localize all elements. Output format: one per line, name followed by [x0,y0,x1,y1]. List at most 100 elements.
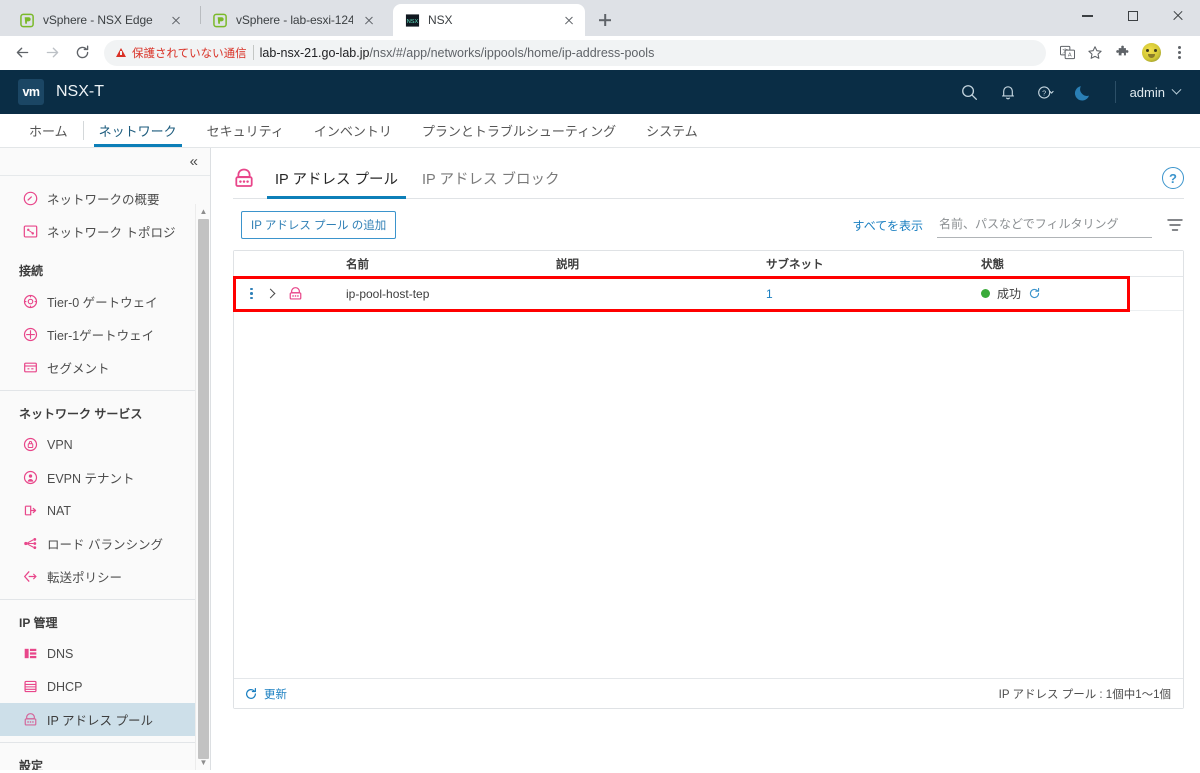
browser-tab-title: NSX [428,13,453,27]
sidebar-item-ip-address-pools[interactable]: IP アドレス プール [0,703,210,736]
sidebar-item-forwarding-policy[interactable]: 転送ポリシー [0,560,210,593]
help-icon[interactable]: ? [1029,75,1063,109]
subnet-count-link[interactable]: 1 [766,287,773,301]
sidebar-item-load-balancing[interactable]: ロード バランシング [0,527,210,560]
close-icon[interactable] [361,12,377,28]
translate-icon[interactable]: 文A [1054,40,1080,66]
address-bar[interactable]: 保護されていない通信 lab-nsx-21.go-lab.jp/nsx/#/ap… [104,39,1046,66]
sidebar-item-label: ネットワーク トポロジ [47,226,176,240]
browser-tab-title: vSphere - NSX Edge [43,13,153,27]
scroll-down-arrow-icon[interactable]: ▼ [196,755,210,770]
column-header-subnet[interactable]: サブネット [756,256,971,272]
dark-mode-moon-icon[interactable] [1067,75,1101,109]
nav-item-networking[interactable]: ネットワーク [84,114,192,147]
add-ip-address-pool-button[interactable]: IP アドレス プール の追加 [241,211,397,239]
sidebar-item-evpn-tenant[interactable]: EVPN テナント [0,461,210,494]
sidebar-item-network-overview[interactable]: ネットワークの概要 [0,182,210,215]
chrome-menu-icon[interactable] [1166,40,1192,66]
filter-input-wrapper[interactable] [937,213,1152,238]
sidebar-item-label: ロード バランシング [47,538,163,552]
expand-row-chevron-icon[interactable] [265,288,275,299]
sidebar-collapse-button[interactable]: « [0,148,210,176]
nav-item-security[interactable]: セキュリティ [192,114,299,147]
sidebar-item-vpn[interactable]: VPN [0,428,210,461]
content-tabs: IP アドレス プール IP アドレス ブロック ? [233,164,1184,199]
browser-tab-2[interactable]: vSphere - lab-esxi-124.go-lab.jp [201,4,393,36]
close-icon[interactable] [168,12,184,28]
sidebar-item-nat[interactable]: NAT [0,494,210,527]
nav-item-system[interactable]: システム [631,114,713,147]
sidebar-scrollbar[interactable]: ▲ ▼ [195,204,210,770]
sidebar-group-settings: 設定 [19,759,44,770]
search-icon[interactable] [953,75,987,109]
ip-address-pool-icon [22,712,38,728]
browser-toolbar: 保護されていない通信 lab-nsx-21.go-lab.jp/nsx/#/ap… [0,36,1200,70]
tab-ip-address-pools[interactable]: IP アドレス プール [263,164,410,199]
security-status-label: 保護されていない通信 [132,47,247,60]
new-tab-button[interactable] [591,6,619,34]
nat-icon [22,503,38,519]
url-path: /nsx/#/app/networks/ippools/home/ip-addr… [369,45,655,60]
content-toolbar: IP アドレス プール の追加 すべてを表示 [233,199,1184,250]
load-balancing-icon [22,536,38,552]
browser-tab-1[interactable]: vSphere - NSX Edge [8,4,200,36]
show-all-link[interactable]: すべてを表示 [853,217,923,234]
column-header-status[interactable]: 状態 [971,256,1183,272]
dhcp-icon [22,679,38,695]
maximize-button[interactable] [1110,0,1155,32]
nsx-header-bar: vm NSX-T ? admin [0,70,1200,114]
sidebar-group-ip-management: IP 管理 [19,616,58,630]
row-menu-icon[interactable] [250,287,253,300]
help-icon[interactable]: ? [1162,167,1184,189]
filter-input[interactable] [939,216,1150,231]
chevron-down-icon [1171,84,1182,95]
browser-tab-3[interactable]: NSX NSX [393,4,585,36]
cell-status: 成功 [971,285,1183,302]
minimize-button[interactable] [1065,0,1110,32]
nav-item-inventory[interactable]: インベントリ [299,114,407,147]
column-header-description[interactable]: 説明 [546,256,756,272]
sidebar-item-dhcp[interactable]: DHCP [0,670,210,703]
cell-name[interactable]: ip-pool-host-tep [336,287,546,301]
url-text: lab-nsx-21.go-lab.jp/nsx/#/app/networks/… [260,46,655,60]
refresh-button[interactable]: 更新 [244,686,287,702]
header-actions: ? admin [953,75,1186,109]
sidebar-item-tier0-gateway[interactable]: Tier-0 ゲートウェイ [0,285,210,318]
sidebar-scroll-area: ネットワークの概要 ネットワーク トポロジ 接続 Tier-0 ゲートウェイ T… [0,176,210,770]
sidebar-item-segments[interactable]: セグメント [0,351,210,384]
back-icon[interactable] [8,39,36,67]
scrollbar-thumb[interactable] [198,219,209,759]
close-window-button[interactable] [1155,0,1200,32]
extensions-icon[interactable] [1110,40,1136,66]
user-menu[interactable]: admin [1130,84,1186,100]
forward-icon[interactable] [38,39,66,67]
sidebar-item-dns[interactable]: DNS [0,637,210,670]
nav-item-home[interactable]: ホーム [14,114,83,147]
profile-avatar[interactable] [1138,40,1164,66]
filter-icon[interactable] [1166,216,1184,234]
reload-icon[interactable] [68,39,96,67]
svg-text:A: A [1067,53,1071,59]
forwarding-policy-icon [22,569,38,585]
tier1-gateway-icon [22,327,38,343]
table-row[interactable]: ip-pool-host-tep 1 成功 [233,276,1183,312]
svg-text:NSX: NSX [406,18,418,24]
close-icon[interactable] [561,12,577,28]
sidebar-item-network-topology[interactable]: ネットワーク トポロジ [0,215,210,248]
sidebar-group-network-services: ネットワーク サービス [19,407,143,421]
nav-item-plan-troubleshoot[interactable]: プランとトラブルシューティング [407,114,631,147]
refresh-icon[interactable] [1028,287,1041,300]
notification-bell-icon[interactable] [991,75,1025,109]
sidebar-item-label: DHCP [47,679,83,694]
dns-icon [22,646,38,662]
tab-ip-address-blocks[interactable]: IP アドレス ブロック [410,164,572,198]
bookmark-star-icon[interactable] [1082,40,1108,66]
scroll-up-arrow-icon[interactable]: ▲ [196,204,210,219]
sidebar-item-label: Tier-1ゲートウェイ [47,329,155,343]
ip-address-pool-icon [288,286,303,301]
nsx-icon: NSX [404,12,420,28]
sidebar-item-tier1-gateway[interactable]: Tier-1ゲートウェイ [0,318,210,351]
ip-pools-table: 名前 説明 サブネット 状態 ip-pool-host-tep 1 成功 更新 … [233,250,1184,709]
cell-subnet: 1 [756,287,971,301]
column-header-name[interactable]: 名前 [336,256,546,272]
